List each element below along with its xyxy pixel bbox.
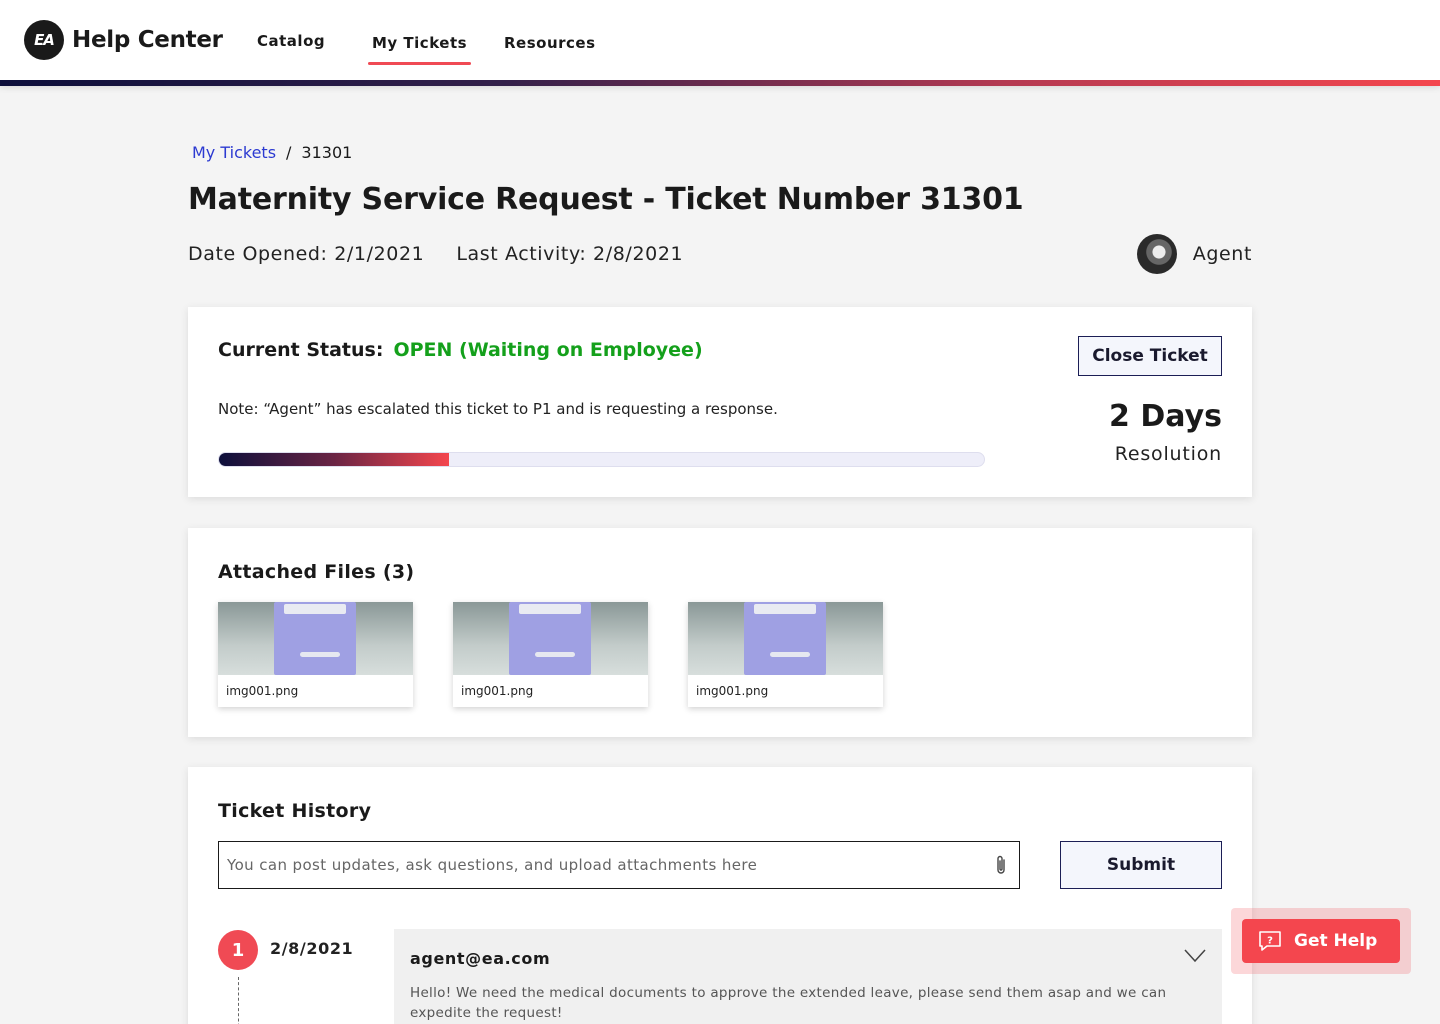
post-update-input[interactable] [227,856,991,874]
folder-icon [509,602,591,675]
message-body: Hello! We need the medical documents to … [410,985,1167,1021]
brand[interactable]: EA Help Center [24,20,223,60]
history-step-number: 1 [218,930,258,970]
resolution-value: 2 Days [1109,399,1222,434]
close-ticket-button[interactable]: Close Ticket [1078,336,1222,376]
get-help-label: Get Help [1294,931,1378,951]
top-navigation-bar: EA Help Center Catalog My Tickets Resour… [0,0,1440,86]
file-thumbnail [688,602,883,675]
assignee[interactable]: Agent [1136,234,1252,274]
resolution-progress-bar [218,452,985,467]
breadcrumb-separator: / [286,143,292,162]
post-update-field[interactable] [218,841,1020,889]
history-timeline-line [238,977,239,1024]
date-opened: Date Opened: 2/1/2021 [188,243,425,265]
history-message[interactable]: agent@ea.com Hello! We need the medical … [394,929,1222,1024]
file-name: img001.png [461,684,534,698]
ticket-history-card: Ticket History Submit 1 2/8/2021 agent@e… [188,767,1252,1024]
chevron-down-icon[interactable] [1184,949,1206,963]
progress-fill [219,453,449,466]
help-chat-icon: ? [1259,931,1281,951]
attached-files-card: Attached Files (3) img001.png img001.png… [188,528,1252,737]
folder-icon [744,602,826,675]
breadcrumb-current: 31301 [301,143,353,162]
brand-title: Help Center [72,27,223,53]
file-name: img001.png [226,684,299,698]
file-thumbnail [453,602,648,675]
file-thumbnail [218,602,413,675]
nav-item-resources[interactable]: Resources [504,34,596,52]
attached-files-heading: Attached Files (3) [218,561,415,583]
paperclip-icon[interactable] [991,854,1011,876]
ticket-history-heading: Ticket History [218,800,372,822]
page-title: Maternity Service Request - Ticket Numbe… [188,182,1024,217]
breadcrumb-link-my-tickets[interactable]: My Tickets [192,143,276,162]
breadcrumb: My Tickets / 31301 [192,143,352,162]
header-accent-bar [0,80,1440,86]
status-line: Current Status: OPEN (Waiting on Employe… [218,339,703,361]
file-card[interactable]: img001.png [218,602,413,707]
status-value: OPEN (Waiting on Employee) [393,339,703,361]
history-entry-date: 2/8/2021 [270,939,354,958]
assignee-label: Agent [1192,243,1252,265]
ticket-meta: Date Opened: 2/1/2021 Last Activity: 2/8… [188,243,683,265]
message-sender: agent@ea.com [410,949,551,968]
resolution-label: Resolution [1114,443,1222,465]
nav-item-catalog[interactable]: Catalog [257,32,325,50]
folder-icon [274,602,356,675]
file-name: img001.png [696,684,769,698]
status-card: Current Status: OPEN (Waiting on Employe… [188,307,1252,497]
ea-logo-icon: EA [24,20,64,60]
svg-text:?: ? [1267,936,1273,947]
file-card[interactable]: img001.png [453,602,648,707]
submit-button[interactable]: Submit [1060,841,1222,889]
get-help-button[interactable]: ? Get Help [1242,919,1400,963]
file-card[interactable]: img001.png [688,602,883,707]
status-note: Note: “Agent” has escalated this ticket … [218,400,778,418]
status-label: Current Status: [218,339,384,361]
avatar [1136,234,1177,274]
get-help-container: ? Get Help [1231,908,1411,974]
last-activity: Last Activity: 2/8/2021 [456,243,684,265]
nav-item-my-tickets[interactable]: My Tickets [367,34,472,65]
